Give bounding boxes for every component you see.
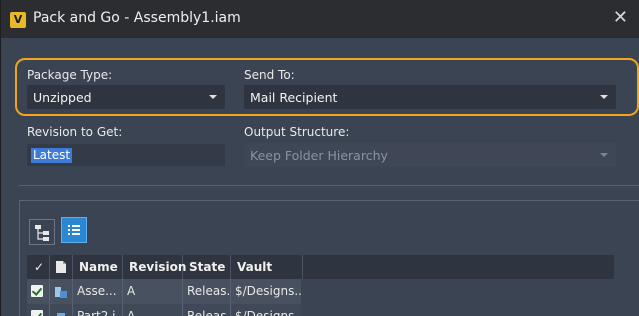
row-checkbox[interactable]	[27, 304, 50, 316]
file-icon	[56, 261, 66, 273]
row-path: $/Designs...	[231, 304, 303, 316]
close-icon[interactable]: ✕	[613, 8, 628, 28]
send-to-dropdown[interactable]: Mail Recipient	[244, 85, 616, 109]
state-column-header[interactable]: State	[183, 255, 231, 279]
name-column-header[interactable]: Name	[73, 255, 123, 279]
section-divider	[19, 185, 639, 186]
window-title: Pack and Go - Assembly1.iam	[33, 10, 241, 26]
chevron-down-icon	[209, 95, 217, 99]
pack-and-go-dialog: V Pack and Go - Assembly1.iam ✕ Package …	[0, 0, 639, 316]
output-structure-dropdown: Keep Folder Hierarchy	[244, 143, 616, 167]
send-to-value: Mail Recipient	[250, 90, 338, 105]
revision-label: Revision to Get:	[27, 125, 123, 139]
tree-view-button[interactable]	[29, 219, 55, 245]
package-type-label: Package Type:	[27, 68, 113, 82]
package-type-value: Unzipped	[33, 90, 92, 105]
check-icon[interactable]	[31, 310, 43, 316]
chevron-down-icon	[600, 153, 608, 157]
row-type	[50, 279, 73, 304]
check-icon[interactable]	[31, 285, 43, 297]
list-view-button[interactable]	[61, 217, 87, 243]
type-column-header[interactable]	[50, 255, 73, 279]
package-type-dropdown[interactable]: Unzipped	[27, 85, 225, 109]
vault-app-icon: V	[10, 12, 26, 28]
row-state: Releas...	[183, 304, 231, 316]
tree-view-icon	[35, 225, 49, 241]
row-type	[50, 304, 73, 316]
row-name: Asse...	[73, 279, 123, 304]
row-path: $/Designs...	[231, 279, 303, 304]
revision-column-header[interactable]: Revision	[123, 255, 186, 279]
list-view-icon	[68, 225, 80, 235]
revision-value: Latest	[31, 148, 73, 163]
row-revision: A	[123, 279, 183, 304]
check-column-header[interactable]: ✓	[27, 255, 50, 279]
send-to-label: Send To:	[244, 68, 295, 82]
revision-field[interactable]: Latest	[27, 144, 225, 166]
part-icon	[57, 313, 65, 316]
row-revision: A	[123, 304, 183, 316]
grid-empty-area	[301, 279, 614, 316]
output-structure-label: Output Structure:	[244, 125, 350, 139]
row-checkbox[interactable]	[27, 279, 50, 304]
row-name: Part2.i...	[73, 304, 123, 316]
title-bar: V Pack and Go - Assembly1.iam ✕	[1, 0, 639, 38]
row-state: Releas...	[183, 279, 231, 304]
chevron-down-icon	[600, 95, 608, 99]
vault-path-column-header[interactable]: Vault Path	[231, 255, 303, 298]
grid-header: ✓ Name Revision State Vault Path	[27, 255, 614, 298]
output-structure-value: Keep Folder Hierarchy	[250, 148, 388, 163]
assembly-icon	[55, 287, 67, 298]
